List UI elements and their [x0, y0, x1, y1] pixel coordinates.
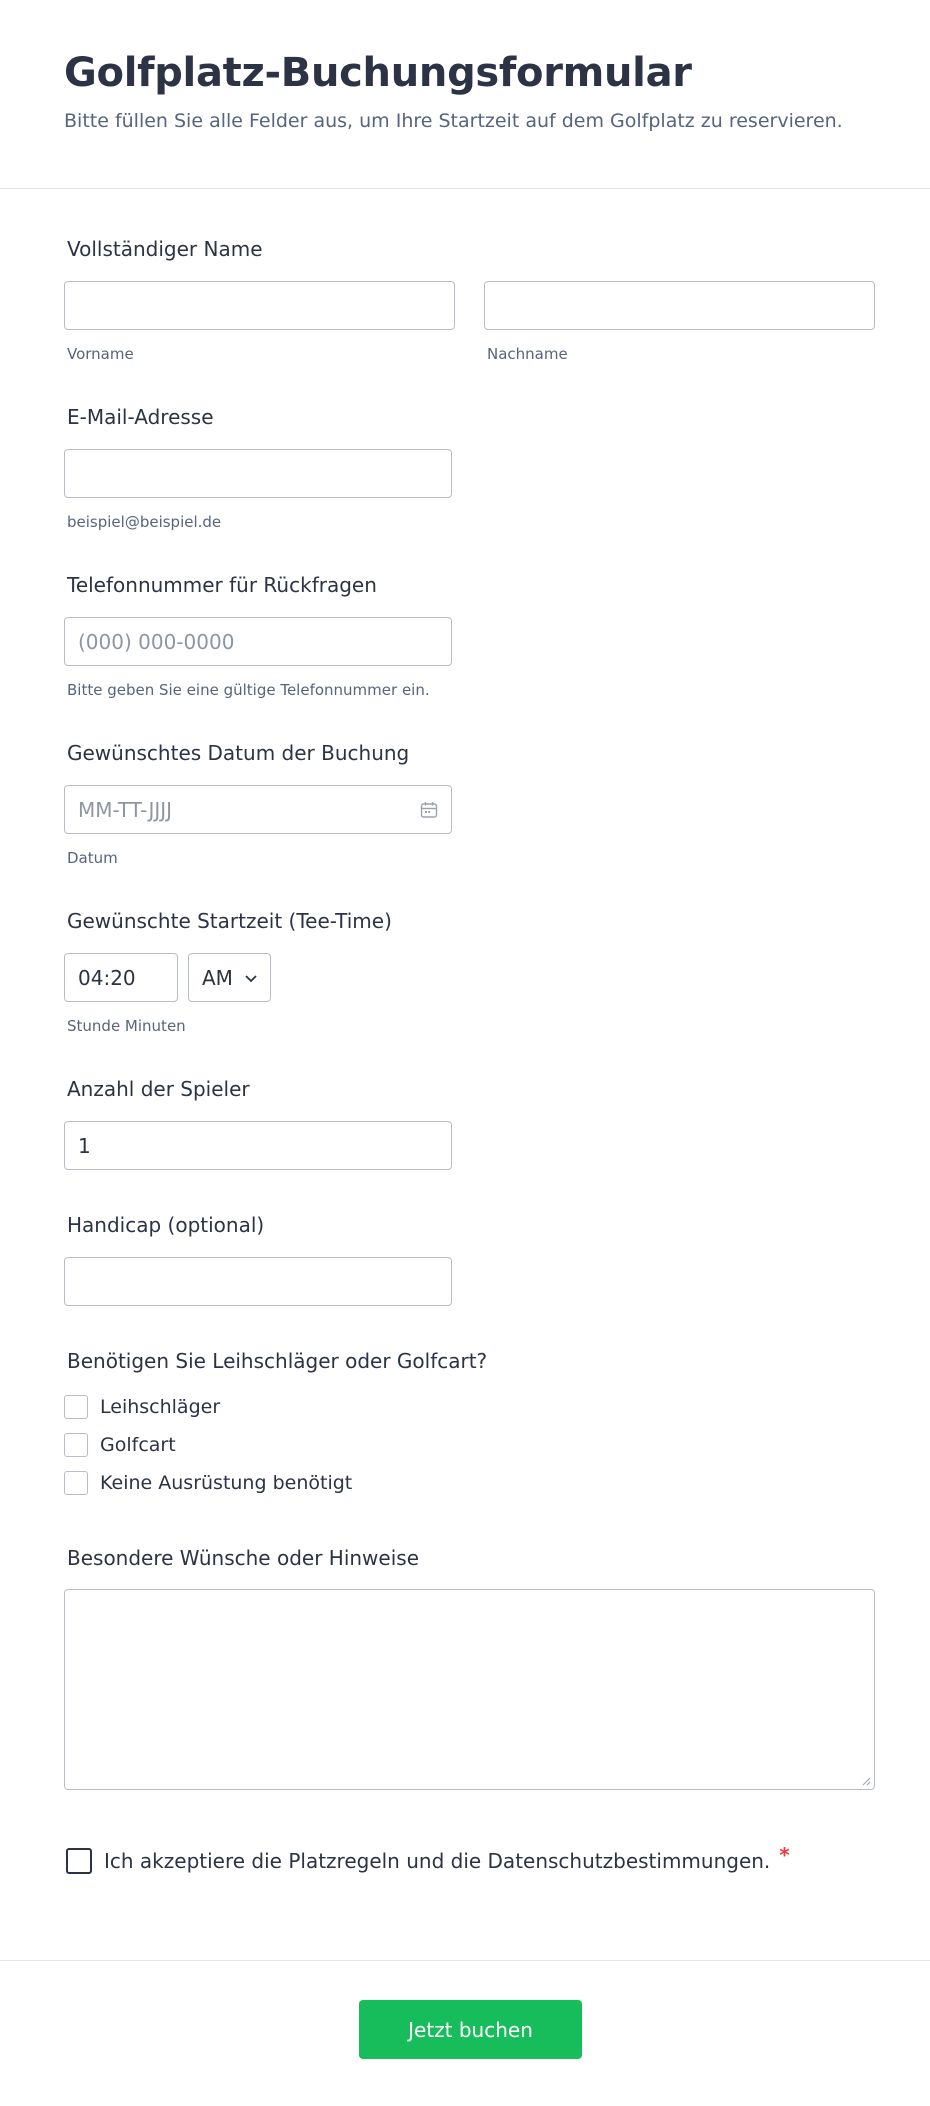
submit-button[interactable]: Jetzt buchen [359, 2000, 582, 2059]
no-equipment-checkbox[interactable] [64, 1471, 88, 1495]
equipment-option-rental-clubs[interactable]: Leihschläger [64, 1395, 220, 1419]
date-placeholder: MM-TT-JJJJ [78, 797, 173, 822]
full-name-label: Vollständiger Name [67, 237, 263, 261]
phone-placeholder: (000) 000-0000 [78, 629, 235, 654]
notes-textarea[interactable] [64, 1589, 875, 1790]
players-label: Anzahl der Spieler [67, 1077, 250, 1101]
golfcart-checkbox[interactable] [64, 1433, 88, 1457]
calendar-icon[interactable] [419, 800, 439, 820]
chevron-down-icon [245, 974, 257, 982]
terms-row[interactable]: Ich akzeptiere die Platzregeln und die D… [66, 1843, 790, 1874]
ampm-value: AM [202, 965, 233, 990]
phone-label: Telefonnummer für Rückfragen [67, 573, 377, 597]
equipment-label: Benötigen Sie Leihschläger oder Golfcart… [67, 1349, 488, 1373]
golfcart-label: Golfcart [100, 1434, 176, 1456]
email-label: E-Mail-Adresse [67, 405, 214, 429]
footer-divider [0, 1960, 930, 1961]
form-header: Golfplatz-Buchungsformular Bitte füllen … [0, 0, 930, 189]
first-name-sublabel: Vorname [67, 345, 134, 363]
ampm-select[interactable]: AM [188, 953, 271, 1002]
no-equipment-label: Keine Ausrüstung benötigt [100, 1472, 353, 1494]
first-name-input[interactable] [64, 281, 455, 330]
players-input[interactable]: 1 [64, 1121, 452, 1170]
date-input[interactable]: MM-TT-JJJJ [64, 785, 452, 834]
terms-checkbox[interactable] [66, 1848, 92, 1874]
resize-handle-icon[interactable] [861, 1776, 871, 1786]
equipment-option-none[interactable]: Keine Ausrüstung benötigt [64, 1471, 352, 1495]
date-label: Gewünschtes Datum der Buchung [67, 741, 410, 765]
phone-input[interactable]: (000) 000-0000 [64, 617, 452, 666]
rental-clubs-checkbox[interactable] [64, 1395, 88, 1419]
terms-label: Ich akzeptiere die Platzregeln und die D… [104, 1849, 771, 1873]
time-label: Gewünschte Startzeit (Tee-Time) [67, 909, 392, 933]
time-sublabel: Stunde Minuten [67, 1017, 186, 1035]
rental-clubs-label: Leihschläger [100, 1396, 221, 1418]
last-name-input[interactable] [484, 281, 875, 330]
handicap-input[interactable] [64, 1257, 452, 1306]
required-mark: * [779, 1843, 790, 1867]
last-name-sublabel: Nachname [487, 345, 568, 363]
equipment-option-golfcart[interactable]: Golfcart [64, 1433, 176, 1457]
time-input[interactable]: 04:20 [64, 953, 178, 1002]
date-sublabel: Datum [67, 849, 118, 867]
phone-sublabel: Bitte geben Sie eine gültige Telefonnumm… [67, 681, 430, 699]
notes-label: Besondere Wünsche oder Hinweise [67, 1546, 420, 1570]
form-title: Golfplatz-Buchungsformular [64, 50, 692, 96]
form-subtitle: Bitte füllen Sie alle Felder aus, um Ihr… [64, 110, 843, 132]
email-input[interactable] [64, 449, 452, 498]
handicap-label: Handicap (optional) [67, 1213, 265, 1237]
email-sublabel: beispiel@beispiel.de [67, 513, 222, 531]
